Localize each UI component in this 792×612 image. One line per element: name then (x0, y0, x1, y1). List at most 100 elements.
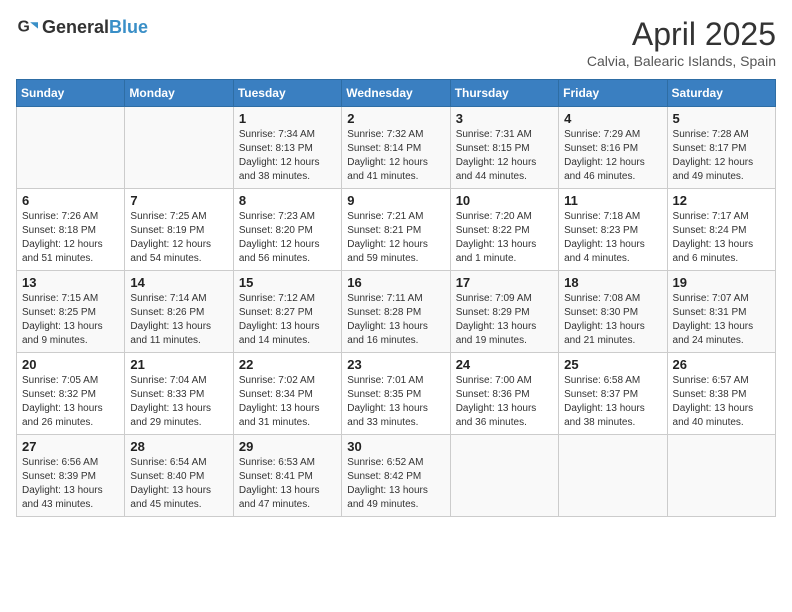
calendar-cell: 2Sunrise: 7:32 AMSunset: 8:14 PMDaylight… (342, 107, 450, 189)
calendar-header-row: SundayMondayTuesdayWednesdayThursdayFrid… (17, 80, 776, 107)
day-info: Sunrise: 7:08 AMSunset: 8:30 PMDaylight:… (564, 292, 661, 348)
calendar-cell: 23 Sunrise: 7:01 AMSunset: 8:35 PMDayligh… (342, 353, 450, 435)
day-number: 28 (130, 439, 227, 454)
day-info: Sunrise: 7:31 AMSunset: 8:15 PMDaylight:… (456, 128, 553, 184)
day-number: 22 (239, 357, 336, 372)
day-of-week-header: Saturday (667, 80, 775, 107)
day-info: Sunrise: 6:53 AMSunset: 8:41 PMDaylight:… (239, 456, 336, 512)
day-number: 9 (347, 193, 444, 208)
day-info: Sunrise: 7:15 AMSunset: 8:25 PMDaylight:… (22, 292, 119, 348)
day-info: Sunrise: 7:34 AMSunset: 8:13 PMDaylight:… (239, 128, 336, 184)
calendar-title: April 2025 (587, 16, 776, 53)
calendar-cell: 17 Sunrise: 7:09 AMSunset: 8:29 PMDayligh… (450, 271, 558, 353)
calendar-week-row: 13 Sunrise: 7:15 AMSunset: 8:25 PMDayligh… (17, 271, 776, 353)
calendar-cell: 30 Sunrise: 6:52 AMSunset: 8:42 PMDayligh… (342, 435, 450, 517)
day-number: 30 (347, 439, 444, 454)
day-number: 11 (564, 193, 661, 208)
calendar-cell: 18 Sunrise: 7:08 AMSunset: 8:30 PMDayligh… (559, 271, 667, 353)
day-info: Sunrise: 7:23 AMSunset: 8:20 PMDaylight:… (239, 210, 336, 266)
calendar-table: SundayMondayTuesdayWednesdayThursdayFrid… (16, 79, 776, 517)
calendar-cell: 10 Sunrise: 7:20 AMSunset: 8:22 PMDayligh… (450, 189, 558, 271)
day-number: 16 (347, 275, 444, 290)
calendar-cell (125, 107, 233, 189)
day-number: 10 (456, 193, 553, 208)
day-of-week-header: Monday (125, 80, 233, 107)
calendar-cell: 15 Sunrise: 7:12 AMSunset: 8:27 PMDayligh… (233, 271, 341, 353)
calendar-cell: 14 Sunrise: 7:14 AMSunset: 8:26 PMDayligh… (125, 271, 233, 353)
calendar-cell: 13 Sunrise: 7:15 AMSunset: 8:25 PMDayligh… (17, 271, 125, 353)
day-number: 23 (347, 357, 444, 372)
calendar-cell: 5 Sunrise: 7:28 AMSunset: 8:17 PMDaylight… (667, 107, 775, 189)
day-info: Sunrise: 6:56 AMSunset: 8:39 PMDaylight:… (22, 456, 119, 512)
day-info: Sunrise: 7:29 AMSunset: 8:16 PMDaylight:… (564, 128, 661, 184)
day-info: Sunrise: 7:14 AMSunset: 8:26 PMDaylight:… (130, 292, 227, 348)
day-info: Sunrise: 7:17 AMSunset: 8:24 PMDaylight:… (673, 210, 770, 266)
day-number: 24 (456, 357, 553, 372)
svg-text:G: G (18, 19, 30, 36)
calendar-cell: 22 Sunrise: 7:02 AMSunset: 8:34 PMDayligh… (233, 353, 341, 435)
day-info: Sunrise: 7:05 AMSunset: 8:32 PMDaylight:… (22, 374, 119, 430)
day-number: 21 (130, 357, 227, 372)
calendar-week-row: 27 Sunrise: 6:56 AMSunset: 8:39 PMDayligh… (17, 435, 776, 517)
day-info: Sunrise: 7:00 AMSunset: 8:36 PMDaylight:… (456, 374, 553, 430)
day-info: Sunrise: 6:58 AMSunset: 8:37 PMDaylight:… (564, 374, 661, 430)
logo-text-general: General (42, 17, 109, 37)
calendar-body: 1 Sunrise: 7:34 AMSunset: 8:13 PMDaylight… (17, 107, 776, 517)
day-number: 5 (673, 111, 770, 126)
calendar-cell: 3Sunrise: 7:31 AMSunset: 8:15 PMDaylight… (450, 107, 558, 189)
calendar-cell: 19Sunrise: 7:07 AMSunset: 8:31 PMDayligh… (667, 271, 775, 353)
calendar-cell (667, 435, 775, 517)
calendar-week-row: 1 Sunrise: 7:34 AMSunset: 8:13 PMDaylight… (17, 107, 776, 189)
day-info: Sunrise: 7:07 AMSunset: 8:31 PMDaylight:… (673, 292, 770, 348)
day-info: Sunrise: 7:12 AMSunset: 8:27 PMDaylight:… (239, 292, 336, 348)
day-of-week-header: Thursday (450, 80, 558, 107)
calendar-cell: 11 Sunrise: 7:18 AMSunset: 8:23 PMDayligh… (559, 189, 667, 271)
calendar-cell: 4 Sunrise: 7:29 AMSunset: 8:16 PMDaylight… (559, 107, 667, 189)
day-info: Sunrise: 6:57 AMSunset: 8:38 PMDaylight:… (673, 374, 770, 430)
logo-icon: G (16, 16, 38, 38)
calendar-cell: 9 Sunrise: 7:21 AMSunset: 8:21 PMDaylight… (342, 189, 450, 271)
day-number: 17 (456, 275, 553, 290)
day-number: 14 (130, 275, 227, 290)
day-number: 29 (239, 439, 336, 454)
day-info: Sunrise: 7:01 AMSunset: 8:35 PMDaylight:… (347, 374, 444, 430)
calendar-cell: 7 Sunrise: 7:25 AMSunset: 8:19 PMDaylight… (125, 189, 233, 271)
title-area: April 2025 Calvia, Balearic Islands, Spa… (587, 16, 776, 69)
day-info: Sunrise: 7:20 AMSunset: 8:22 PMDaylight:… (456, 210, 553, 266)
day-number: 4 (564, 111, 661, 126)
day-number: 6 (22, 193, 119, 208)
calendar-cell: 27 Sunrise: 6:56 AMSunset: 8:39 PMDayligh… (17, 435, 125, 517)
day-info: Sunrise: 7:18 AMSunset: 8:23 PMDaylight:… (564, 210, 661, 266)
calendar-cell: 20 Sunrise: 7:05 AMSunset: 8:32 PMDayligh… (17, 353, 125, 435)
day-number: 8 (239, 193, 336, 208)
day-number: 20 (22, 357, 119, 372)
day-info: Sunrise: 7:21 AMSunset: 8:21 PMDaylight:… (347, 210, 444, 266)
day-of-week-header: Tuesday (233, 80, 341, 107)
day-info: Sunrise: 7:25 AMSunset: 8:19 PMDaylight:… (130, 210, 227, 266)
day-number: 15 (239, 275, 336, 290)
day-of-week-header: Wednesday (342, 80, 450, 107)
day-number: 7 (130, 193, 227, 208)
day-number: 27 (22, 439, 119, 454)
header: G GeneralBlue April 2025 Calvia, Baleari… (16, 16, 776, 69)
day-info: Sunrise: 6:52 AMSunset: 8:42 PMDaylight:… (347, 456, 444, 512)
day-info: Sunrise: 7:26 AMSunset: 8:18 PMDaylight:… (22, 210, 119, 266)
day-info: Sunrise: 7:09 AMSunset: 8:29 PMDaylight:… (456, 292, 553, 348)
day-number: 1 (239, 111, 336, 126)
calendar-cell: 28Sunrise: 6:54 AMSunset: 8:40 PMDayligh… (125, 435, 233, 517)
calendar-cell: 6 Sunrise: 7:26 AMSunset: 8:18 PMDaylight… (17, 189, 125, 271)
day-number: 2 (347, 111, 444, 126)
day-info: Sunrise: 7:02 AMSunset: 8:34 PMDaylight:… (239, 374, 336, 430)
calendar-cell: 8 Sunrise: 7:23 AMSunset: 8:20 PMDaylight… (233, 189, 341, 271)
calendar-cell (17, 107, 125, 189)
day-number: 26 (673, 357, 770, 372)
calendar-cell: 21Sunrise: 7:04 AMSunset: 8:33 PMDayligh… (125, 353, 233, 435)
day-info: Sunrise: 7:28 AMSunset: 8:17 PMDaylight:… (673, 128, 770, 184)
calendar-cell: 24 Sunrise: 7:00 AMSunset: 8:36 PMDayligh… (450, 353, 558, 435)
day-of-week-header: Sunday (17, 80, 125, 107)
day-info: Sunrise: 7:11 AMSunset: 8:28 PMDaylight:… (347, 292, 444, 348)
calendar-cell (450, 435, 558, 517)
day-number: 13 (22, 275, 119, 290)
day-number: 18 (564, 275, 661, 290)
day-number: 12 (673, 193, 770, 208)
